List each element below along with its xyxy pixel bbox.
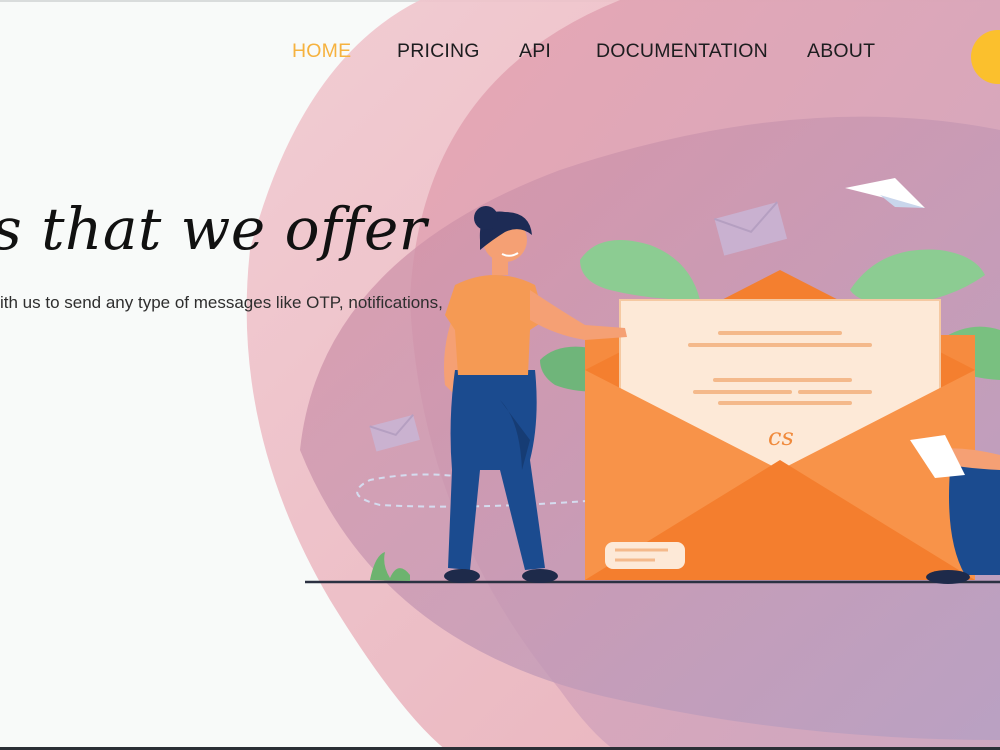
floating-envelope-left [369,414,420,452]
nav-api-link[interactable]: API [519,40,551,63]
nav-home-link[interactable]: HOME [292,40,351,63]
envelope-label [605,542,685,569]
paper-plane-top [845,178,925,208]
main-nav: HOME PRICING API DOCUMENTATION ABOUT [270,40,1000,72]
woman-pants [448,370,545,570]
nav-about-link[interactable]: ABOUT [807,40,875,63]
floating-envelope-top [714,201,788,256]
nav-pricing-link[interactable]: PRICING [397,40,480,63]
nav-documentation-link[interactable]: DOCUMENTATION [596,40,768,63]
email-illustration: cs [305,178,1000,584]
grass-plant [370,552,410,581]
letter-signature: cs [768,423,794,451]
envelope: cs [585,270,975,580]
